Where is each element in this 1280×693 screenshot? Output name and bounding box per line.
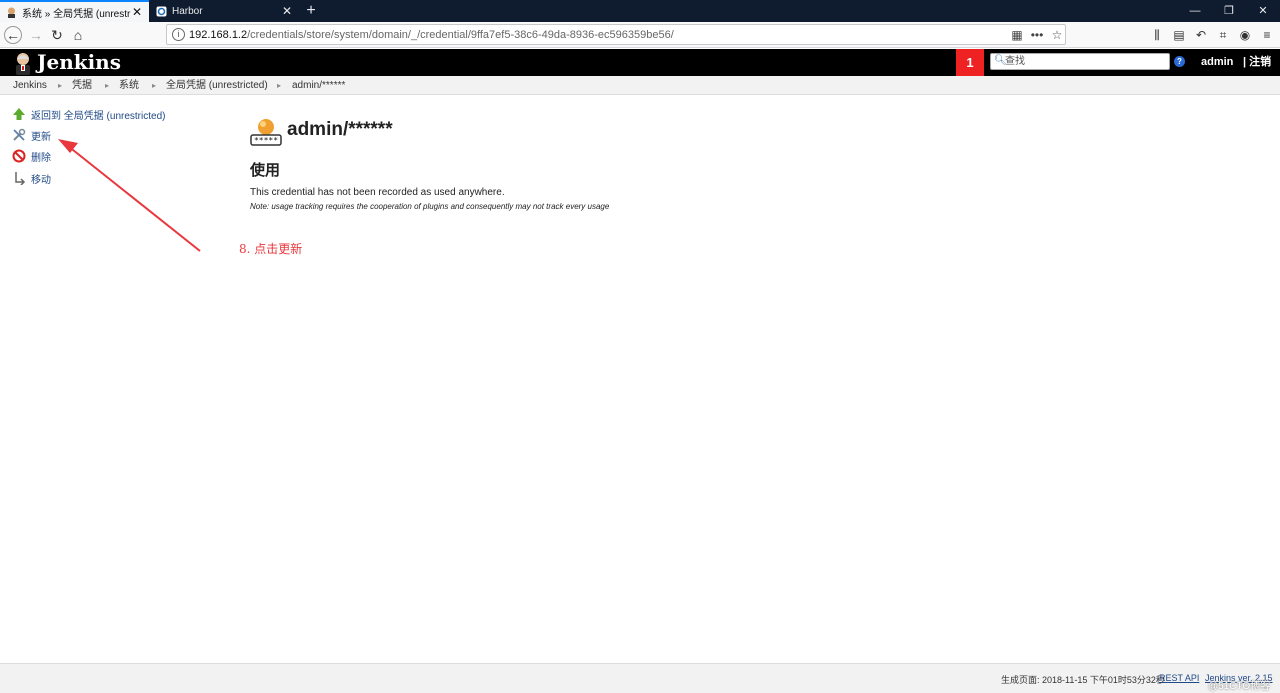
- annotation-arrow: [58, 139, 201, 252]
- breadcrumb-separator-icon: ▸: [152, 81, 157, 90]
- url-text[interactable]: 192.168.1.2/credentials/store/system/dom…: [189, 25, 674, 45]
- browser-tab-jenkins[interactable]: 系统 » 全局凭据 (unrestricted) ✕: [0, 0, 149, 22]
- breadcrumb-item[interactable]: admin/******: [292, 76, 345, 95]
- watermark: @51CTO博客: [1208, 681, 1271, 692]
- notification-badge[interactable]: 1: [956, 49, 984, 76]
- side-item-label[interactable]: 更新: [31, 128, 51, 143]
- side-item-update[interactable]: 更新: [12, 127, 51, 143]
- generated-timestamp: 生成页面: 2018-11-15 下午01时53分32秒: [1001, 675, 1165, 685]
- bookmark-star-icon[interactable]: ☆: [1049, 27, 1065, 43]
- back-icon[interactable]: ←: [4, 26, 22, 44]
- minimize-icon[interactable]: —: [1178, 0, 1212, 22]
- annotation-text: 8. 点击更新: [239, 242, 303, 256]
- breadcrumb-separator-icon: ▸: [105, 81, 110, 90]
- qr-code-icon[interactable]: ▦: [1009, 27, 1025, 43]
- user-link[interactable]: admin: [1201, 49, 1233, 76]
- breadcrumb-item[interactable]: 凭据: [72, 76, 92, 95]
- side-item-back[interactable]: 返回到 全局凭据 (unrestricted): [12, 106, 165, 122]
- no-entry-icon: [12, 149, 26, 163]
- forward-icon[interactable]: →: [26, 25, 46, 45]
- url-bar[interactable]: i 192.168.1.2/credentials/store/system/d…: [166, 24, 1066, 45]
- sidebar-icon[interactable]: ▤: [1170, 26, 1188, 44]
- breadcrumb: Jenkins ▸ 凭据 ▸ 系统 ▸ 全局凭据 (unrestricted) …: [0, 76, 1280, 95]
- search-box: 🔍︎: [990, 53, 1170, 70]
- search-input[interactable]: [1005, 54, 1165, 69]
- wrench-screwdriver-icon: [13, 128, 26, 141]
- footer: 生成页面: 2018-11-15 下午01时53分32秒 REST API Je…: [0, 663, 1280, 693]
- side-item-label[interactable]: 移动: [31, 171, 51, 186]
- breadcrumb-separator-icon: ▸: [58, 81, 63, 90]
- side-item-delete[interactable]: 删除: [12, 148, 51, 164]
- home-icon[interactable]: ⌂: [68, 25, 88, 45]
- browser-tab-strip: 系统 » 全局凭据 (unrestricted) ✕ Harbor ✕ + — …: [0, 0, 1280, 22]
- page-actions-icon[interactable]: •••: [1029, 27, 1045, 43]
- jenkins-logo-text[interactable]: Jenkins: [37, 50, 121, 75]
- help-icon[interactable]: ?: [1174, 56, 1185, 67]
- up-arrow-icon: [13, 108, 25, 120]
- reload-icon[interactable]: ↻: [47, 25, 67, 45]
- breadcrumb-separator-icon: ▸: [277, 81, 282, 90]
- browser-nav-bar: ← → ↻ ⌂ i 192.168.1.2/credentials/store/…: [0, 22, 1280, 48]
- jenkins-butler-icon[interactable]: [12, 51, 34, 75]
- usage-note: Note: usage tracking requires the cooper…: [250, 202, 610, 211]
- usage-text: This credential has not been recorded as…: [250, 187, 505, 198]
- jenkins-favicon-icon: [8, 7, 15, 18]
- credential-user-icon: *****: [250, 119, 282, 146]
- breadcrumb-item[interactable]: 全局凭据 (unrestricted): [166, 76, 268, 95]
- site-info-icon[interactable]: i: [172, 28, 185, 41]
- library-icon[interactable]: ⫼: [1148, 26, 1166, 44]
- breadcrumb-item[interactable]: Jenkins: [13, 76, 47, 95]
- tab-title: 系统 » 全局凭据 (unrestricted): [22, 8, 131, 20]
- logout-link[interactable]: | 注销: [1243, 49, 1271, 76]
- undo-icon[interactable]: ↶: [1192, 26, 1210, 44]
- crop-icon[interactable]: ⌗: [1214, 26, 1232, 44]
- move-icon: [15, 172, 26, 185]
- chat-icon[interactable]: ◉: [1236, 26, 1254, 44]
- browser-tab-harbor[interactable]: Harbor ✕: [150, 0, 299, 22]
- side-item-label[interactable]: 返回到 全局凭据 (unrestricted): [31, 107, 165, 122]
- harbor-favicon-icon: [156, 6, 167, 16]
- window-controls: — ❐ ✕: [1178, 0, 1280, 22]
- restore-icon[interactable]: ❐: [1212, 0, 1246, 22]
- section-title: 使用: [250, 162, 281, 179]
- svg-text:*****: *****: [254, 136, 278, 145]
- new-tab-icon[interactable]: +: [302, 1, 320, 21]
- breadcrumb-item[interactable]: 系统: [119, 76, 139, 95]
- side-item-label[interactable]: 删除: [31, 149, 51, 164]
- page-title: admin/******: [287, 119, 393, 140]
- close-window-icon[interactable]: ✕: [1246, 0, 1280, 22]
- side-item-move[interactable]: 移动: [12, 170, 51, 186]
- close-tab-icon[interactable]: ✕: [131, 5, 143, 19]
- rest-api-link[interactable]: REST API: [1159, 673, 1199, 683]
- close-tab-icon[interactable]: ✕: [281, 4, 293, 18]
- menu-icon[interactable]: ≡: [1258, 26, 1276, 44]
- tab-title: Harbor: [172, 5, 203, 17]
